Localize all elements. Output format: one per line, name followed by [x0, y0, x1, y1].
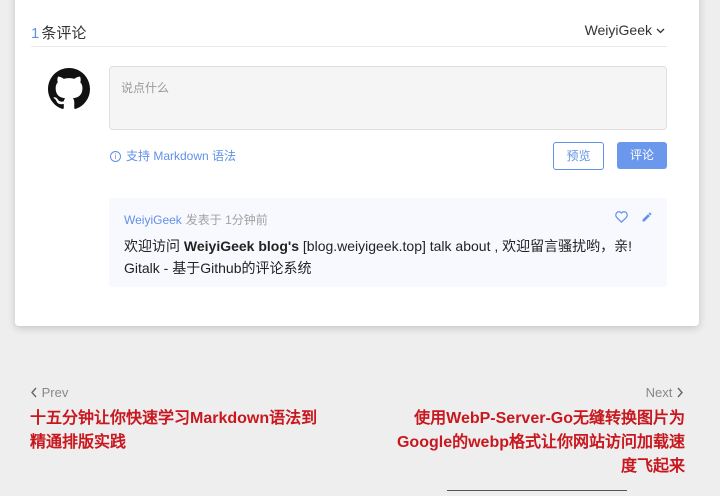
comment-count-label: 条评论 [41, 25, 87, 42]
comment-textarea[interactable]: 说点什么 [109, 66, 667, 130]
next-post-link[interactable]: 使用WebP-Server-Go无缝转换图片为Google的webp格式让你网站… [385, 407, 685, 479]
next-post-label[interactable]: Next [646, 385, 684, 400]
comment-author-link[interactable]: WeiyiGeek [124, 213, 182, 227]
markdown-help-label: 支持 Markdown 语法 [126, 149, 237, 163]
comment-meta: WeiyiGeek 发表于 1分钟前 [124, 211, 268, 228]
comment-count: 1 条评论 [31, 22, 86, 43]
comment-body: 欢迎访问 WeiyiGeek blog's [blog.weiyigeek.to… [124, 235, 664, 279]
comment-count-number: 1 [31, 25, 40, 42]
comment-time: 发表于 1分钟前 [185, 213, 268, 227]
chevron-right-icon [677, 387, 683, 398]
markdown-help-link[interactable]: i 支持 Markdown 语法 [110, 147, 236, 164]
user-name: WeiyiGeek [584, 22, 652, 38]
prev-post-link[interactable]: 十五分钟让你快速学习Markdown语法到精通排版实践 [30, 407, 320, 455]
chevron-left-icon [31, 387, 37, 398]
comment-text-post: [blog.weiyigeek.top] talk about , 欢迎留言骚扰… [299, 238, 633, 254]
user-menu[interactable]: WeiyiGeek [585, 22, 665, 38]
prev-post-label[interactable]: Prev [30, 385, 68, 400]
preview-button[interactable]: 预览 [553, 142, 604, 170]
comment-textarea-placeholder: 说点什么 [121, 81, 170, 95]
comment-text-bold: WeiyiGeek blog's [183, 238, 300, 254]
comment-line-1: 欢迎访问 WeiyiGeek blog's [blog.weiyigeek.to… [124, 235, 664, 257]
pencil-icon[interactable] [641, 210, 653, 228]
chevron-down-icon [656, 28, 665, 34]
prev-label-text: Prev [41, 385, 69, 400]
comment-text-pre: 欢迎访问 [124, 238, 184, 254]
comments-header: 1 条评论 WeiyiGeek [31, 12, 667, 47]
comment-line-2: Gitalk - 基于Github的评论系统 [124, 260, 312, 276]
github-avatar-icon [48, 68, 90, 110]
next-label-text: Next [645, 385, 673, 400]
heart-icon[interactable] [615, 210, 628, 228]
submit-comment-button[interactable]: 评论 [617, 142, 667, 169]
info-icon: i [110, 151, 121, 162]
hover-underline [447, 490, 627, 491]
comment-item: WeiyiGeek 发表于 1分钟前 欢迎访问 WeiyiGeek blog's … [109, 198, 667, 287]
